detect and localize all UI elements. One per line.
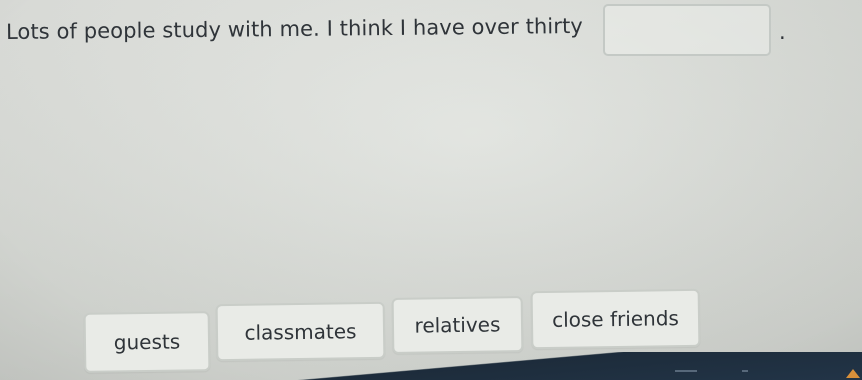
- sentence-period: .: [779, 20, 786, 44]
- answer-drop-zone[interactable]: [603, 4, 771, 56]
- option-label: guests: [113, 329, 181, 355]
- option-label: classmates: [244, 318, 357, 345]
- option-label: close friends: [551, 306, 680, 332]
- notification-icon[interactable]: [846, 369, 860, 378]
- question-text: Lots of people study with me. I think I …: [6, 14, 583, 44]
- tray-icon[interactable]: [675, 370, 697, 378]
- question-sentence: Lots of people study with me. I think I …: [5, 13, 584, 44]
- taskbar: [0, 352, 862, 380]
- option-relatives[interactable]: relatives: [391, 296, 524, 354]
- option-label: relatives: [414, 312, 501, 338]
- tray-icon[interactable]: [742, 370, 748, 378]
- option-close-friends[interactable]: close friends: [530, 288, 701, 350]
